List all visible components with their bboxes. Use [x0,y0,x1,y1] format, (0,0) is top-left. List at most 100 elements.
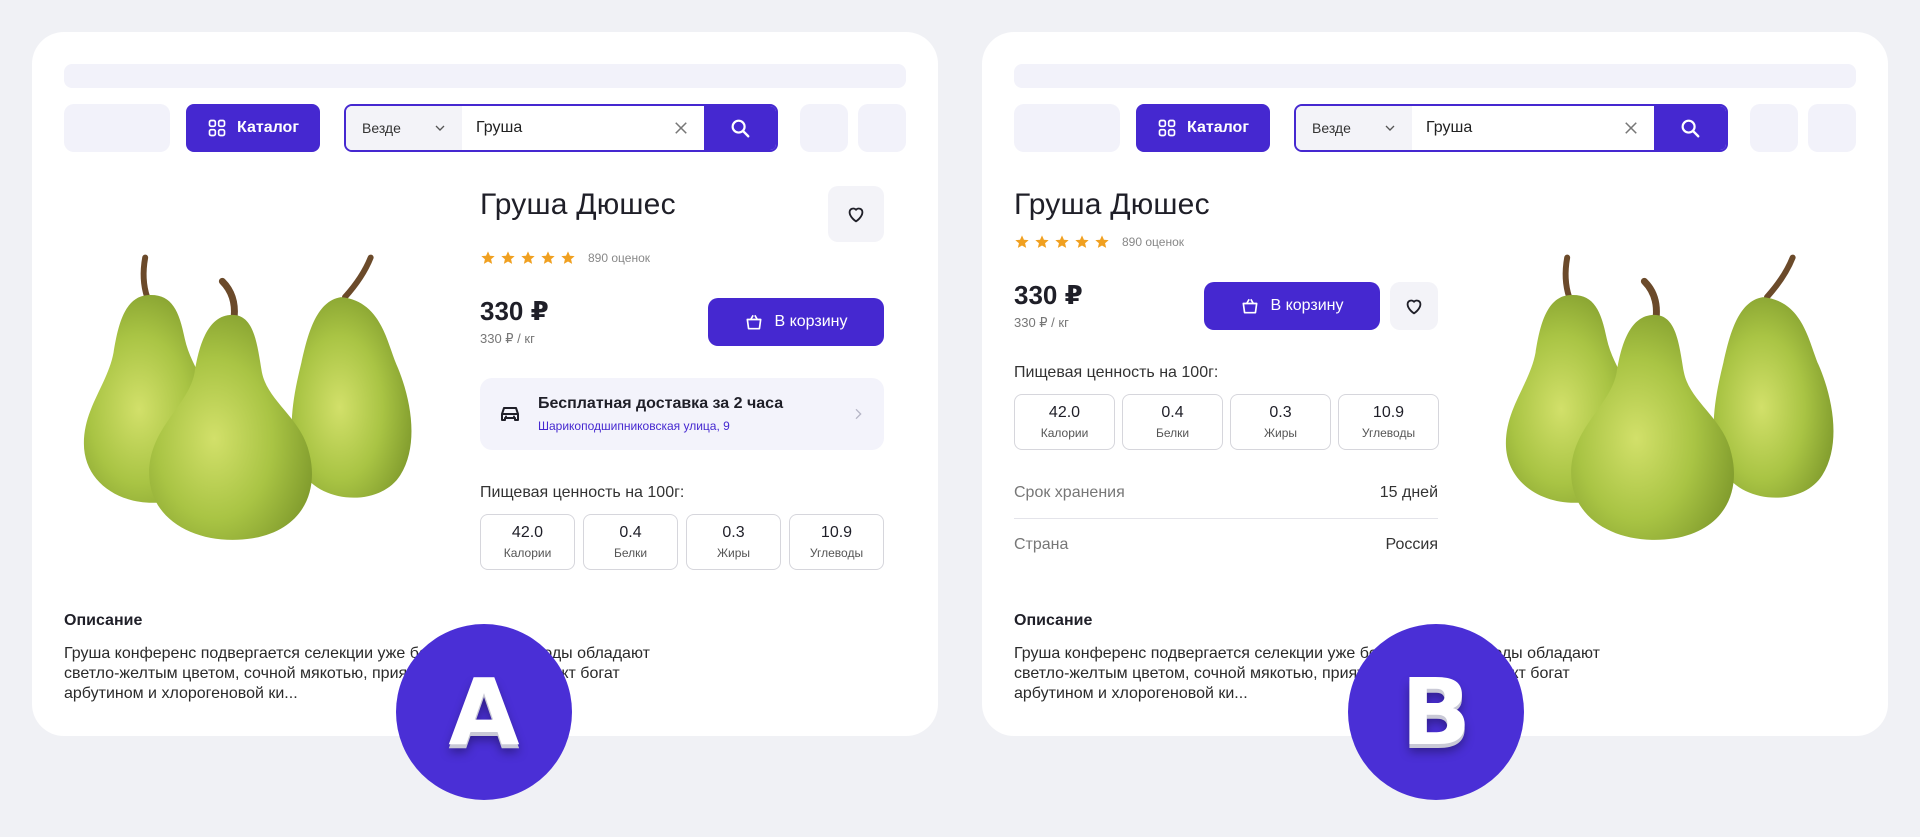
grid-icon [1157,118,1177,138]
header-placeholder-icon [858,104,906,152]
price-block: 330 ₽ 330 ₽ / кг [1014,280,1083,331]
spec-key: Срок хранения [1014,484,1125,501]
nutrition-item: 0.4 Белки [583,514,678,570]
star-icon [480,250,496,266]
nutrition-label: Калории [503,546,552,560]
search-button[interactable] [1654,106,1726,150]
price-block: 330 ₽ 330 ₽ / кг [480,296,549,347]
search-scope-select[interactable]: Везде [346,106,462,150]
nutrition-item: 0.3 Жиры [686,514,781,570]
nutrition-value: 42.0 [1048,404,1081,421]
spec-row-shelf-life: Срок хранения 15 дней [1014,484,1438,502]
search-scope-label: Везде [1312,120,1351,136]
variant-a-label: A [448,658,520,766]
nutrition-item: 0.4 Белки [1122,394,1223,450]
search-scope-select[interactable]: Везде [1296,106,1412,150]
spec-key: Страна [1014,536,1069,553]
nutrition-item: 42.0 Калории [480,514,575,570]
chevron-down-icon [432,120,448,136]
nutrition-label: Калории [1040,426,1089,440]
header-placeholder-bar [64,64,906,88]
product-title: Груша Дюшес [1014,188,1210,221]
price-per-kg: 330 ₽ / кг [480,331,535,346]
chevron-down-icon [1382,120,1398,136]
nutrition-value: 42.0 [511,524,544,541]
spec-value: Россия [1385,536,1438,553]
product-image [74,246,430,546]
header-placeholder-icon [1750,104,1798,152]
catalog-button[interactable]: Каталог [186,104,320,152]
logo-placeholder [1014,104,1120,152]
search-input[interactable]: Груша [462,106,704,150]
catalog-label: Каталог [237,119,299,136]
shopping-bag-icon [744,312,764,332]
product-title: Груша Дюшес [480,188,676,221]
close-icon[interactable] [1622,119,1640,137]
variant-a-badge: A [396,624,572,800]
search-query-text: Груша [476,119,523,136]
add-to-cart-label: В корзину [1270,297,1344,314]
search-bar: Везде Груша [344,104,778,152]
header-placeholder-bar [1014,64,1856,88]
variant-b-label: B [1400,658,1472,766]
favorite-button[interactable] [828,186,884,242]
chevron-right-icon [850,406,866,422]
nutrition-item: 0.3 Жиры [1230,394,1331,450]
search-bar: Везде Груша [1294,104,1728,152]
nutrition-value: 0.4 [1161,404,1184,421]
nutrition-value: 0.3 [1269,404,1292,421]
delivery-banner[interactable]: Бесплатная доставка за 2 часа Шарикоподш… [480,378,884,450]
search-icon [1679,117,1701,139]
shopping-bag-icon [1240,296,1260,316]
close-icon[interactable] [672,119,690,137]
spec-divider [1014,518,1438,519]
star-icon [1094,234,1110,250]
header-placeholder-icon [1808,104,1856,152]
catalog-label: Каталог [1187,119,1249,136]
nutrition-label: Белки [613,546,648,560]
add-to-cart-button[interactable]: В корзину [1204,282,1380,330]
star-icon [1014,234,1030,250]
search-scope-label: Везде [362,120,401,136]
grid-icon [207,118,227,138]
description-title: Описание [1014,612,1093,629]
search-icon [729,117,751,139]
search-button[interactable] [704,106,776,150]
nutrition-item: 42.0 Калории [1014,394,1115,450]
star-icon [1034,234,1050,250]
star-icon [520,250,536,266]
star-icon [1054,234,1070,250]
nutrition-value: 10.9 [820,524,853,541]
nutrition-list: 42.0 Калории 0.4 Белки 0.3 Жиры 10.9 Угл… [480,514,884,570]
favorite-button[interactable] [1390,282,1438,330]
price: 330 ₽ [480,296,549,326]
description-title: Описание [64,612,143,629]
car-icon [498,402,522,426]
nutrition-label: Белки [1155,426,1190,440]
nutrition-item: 10.9 Углеводы [1338,394,1439,450]
nutrition-title: Пищевая ценность на 100г: [1014,364,1219,381]
star-icon [1074,234,1090,250]
nutrition-label: Углеводы [809,546,864,560]
description-text: Груша конференс подвергается селекции уж… [64,645,650,702]
add-to-cart-button[interactable]: В корзину [708,298,884,346]
search-query-text: Груша [1426,119,1473,136]
variant-b-badge: B [1348,624,1524,800]
nutrition-list: 42.0 Калории 0.4 Белки 0.3 Жиры 10.9 Угл… [1014,394,1439,450]
price-per-kg: 330 ₽ / кг [1014,315,1069,330]
star-icon [560,250,576,266]
nutrition-value: 0.4 [619,524,642,541]
nutrition-label: Жиры [716,546,751,560]
price: 330 ₽ [1014,280,1083,310]
product-image [1496,246,1852,546]
nutrition-title: Пищевая ценность на 100г: [480,484,685,501]
header-placeholder-icon [800,104,848,152]
delivery-title: Бесплатная доставка за 2 часа [538,395,784,412]
description-text: Груша конференс подвергается селекции уж… [1014,645,1600,702]
catalog-button[interactable]: Каталог [1136,104,1270,152]
spec-value: 15 дней [1379,484,1438,501]
star-icon [500,250,516,266]
search-input[interactable]: Груша [1412,106,1654,150]
nutrition-value: 0.3 [722,524,745,541]
rating: 890 оценок [480,250,650,266]
